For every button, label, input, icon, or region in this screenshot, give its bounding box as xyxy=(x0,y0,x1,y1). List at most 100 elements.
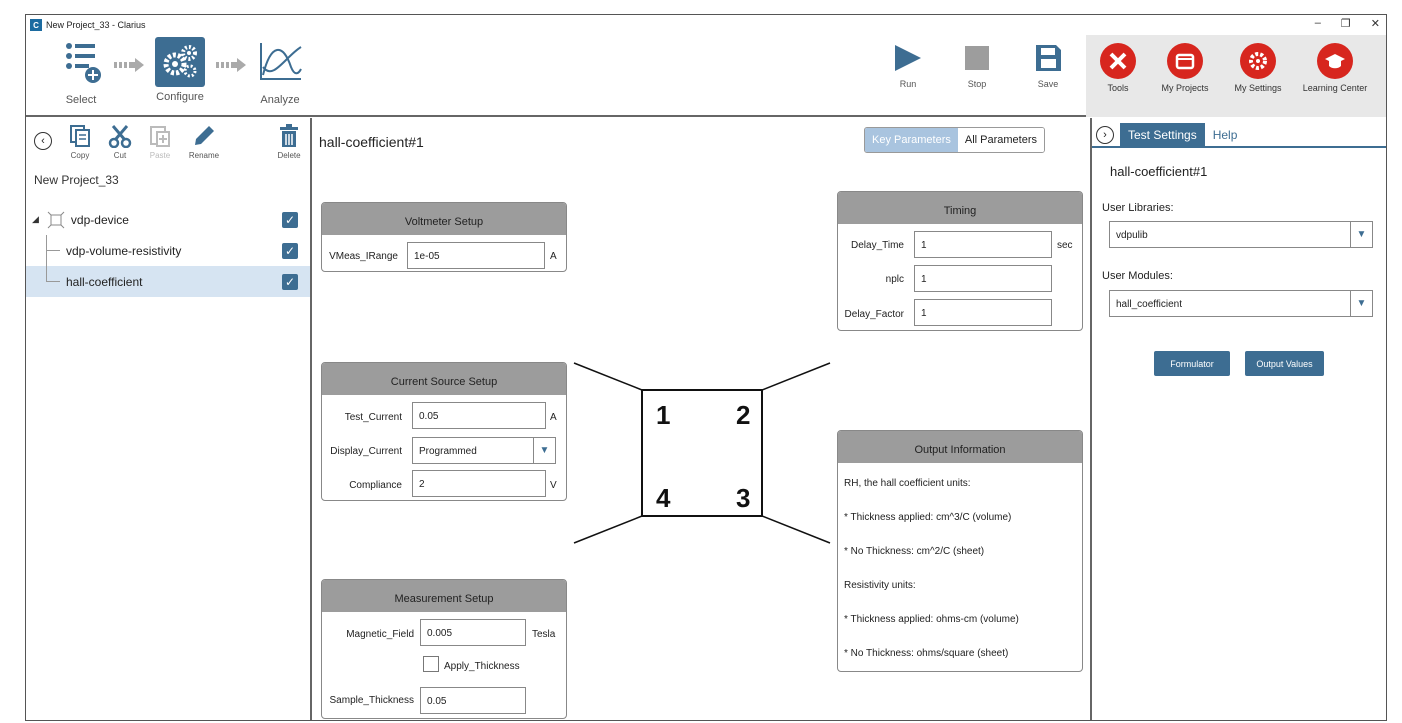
analyze-label: Analyze xyxy=(260,94,300,106)
gears-icon xyxy=(155,37,205,87)
learning-center-button[interactable]: Learning Center xyxy=(1298,43,1372,93)
panel-header: Current Source Setup xyxy=(322,363,566,395)
tree-item-hall-coefficient[interactable]: hall-coefficient ✓ xyxy=(26,266,310,297)
test-current-input[interactable]: 0.05 xyxy=(412,402,546,429)
close-button[interactable]: ✕ xyxy=(1371,17,1380,30)
tools-area: Tools My Projects My Settings Learning C… xyxy=(1086,35,1386,117)
tab-test-settings[interactable]: Test Settings xyxy=(1120,123,1205,147)
ribbon: Select Configure Analyze Run Stop Save T… xyxy=(26,35,1386,117)
sample-square-diagram: 1 2 4 3 xyxy=(573,362,831,544)
paste-icon xyxy=(150,126,170,147)
stop-label: Stop xyxy=(967,79,987,89)
timing-panel: Timing Delay_Time 1 sec nplc 1 Delay_Fac… xyxy=(837,191,1083,331)
tree-item-vdp-device[interactable]: ◢ vdp-device ✓ xyxy=(26,204,310,235)
arrow-right-icon xyxy=(216,58,246,72)
analyze-step[interactable]: Analyze xyxy=(254,37,306,106)
dropdown-arrow-icon[interactable]: ▼ xyxy=(1350,222,1372,247)
checkbox-checked-icon[interactable]: ✓ xyxy=(282,211,298,228)
select-label: Select xyxy=(65,94,97,106)
save-icon xyxy=(1036,45,1061,71)
user-modules-value: hall_coefficient xyxy=(1116,299,1182,310)
user-modules-select[interactable]: hall_coefficient ▼ xyxy=(1109,290,1373,317)
stop-button[interactable]: Stop xyxy=(949,43,1005,89)
device-icon xyxy=(47,211,65,228)
copy-button[interactable]: Copy xyxy=(64,124,96,160)
minimize-button[interactable]: – xyxy=(1315,17,1321,30)
settings-title: hall-coefficient#1 xyxy=(1110,164,1208,179)
current-source-panel: Current Source Setup Test_Current 0.05 A… xyxy=(321,362,567,501)
sample-thickness-label: Sample_Thickness xyxy=(329,695,414,706)
stop-icon xyxy=(965,46,989,70)
delay-factor-input[interactable]: 1 xyxy=(914,299,1052,326)
configure-label: Configure xyxy=(156,91,204,103)
output-values-button[interactable]: Output Values xyxy=(1245,351,1324,376)
display-current-value: Programmed xyxy=(419,446,477,457)
magnetic-field-unit: Tesla xyxy=(532,629,556,640)
delete-button[interactable]: Delete xyxy=(273,124,305,160)
my-projects-button[interactable]: My Projects xyxy=(1157,43,1213,93)
window-controls: – ❐ ✕ xyxy=(1315,17,1380,30)
expand-triangle-icon[interactable]: ◢ xyxy=(32,214,39,225)
collapse-pane-icon[interactable]: ‹ xyxy=(34,132,52,150)
dropdown-arrow-icon[interactable]: ▼ xyxy=(533,438,555,463)
rename-button[interactable]: Rename xyxy=(186,124,222,160)
my-projects-label: My Projects xyxy=(1161,83,1209,93)
apply-thickness-checkbox[interactable] xyxy=(423,656,439,672)
test-current-label: Test_Current xyxy=(344,412,402,423)
tab-key-parameters[interactable]: Key Parameters xyxy=(865,128,958,152)
run-button[interactable]: Run xyxy=(880,43,936,89)
tree-connector xyxy=(46,281,60,282)
restore-button[interactable]: ❐ xyxy=(1341,17,1351,30)
formulator-button[interactable]: Formulator xyxy=(1154,351,1230,376)
output-info-line: * Thickness applied: ohms-cm (volume) xyxy=(844,614,1019,625)
cut-button[interactable]: Cut xyxy=(106,124,134,160)
tools-label: Tools xyxy=(1107,83,1129,93)
magnetic-field-input[interactable]: 0.005 xyxy=(420,619,526,646)
delay-time-label: Delay_Time xyxy=(851,240,904,251)
copy-label: Copy xyxy=(70,151,90,160)
learning-center-label: Learning Center xyxy=(1302,83,1368,93)
checkbox-checked-icon[interactable]: ✓ xyxy=(282,242,298,259)
delay-factor-label: Delay_Factor xyxy=(844,309,904,320)
checkbox-checked-icon[interactable]: ✓ xyxy=(282,273,298,290)
save-button[interactable]: Save xyxy=(1020,43,1076,89)
dropdown-arrow-icon[interactable]: ▼ xyxy=(1350,291,1372,316)
tools-button[interactable]: Tools xyxy=(1098,43,1138,93)
delay-time-input[interactable]: 1 xyxy=(914,231,1052,258)
tab-underline xyxy=(1092,146,1386,148)
cut-label: Cut xyxy=(113,151,127,160)
tree-item-vdp-volume-resistivity[interactable]: vdp-volume-resistivity ✓ xyxy=(26,235,310,266)
expand-pane-icon[interactable]: › xyxy=(1096,126,1114,144)
vmeas-irange-unit: A xyxy=(550,251,557,262)
play-icon xyxy=(895,45,921,71)
display-current-select[interactable]: Programmed ▼ xyxy=(412,437,556,464)
vmeas-irange-input[interactable]: 1e-05 xyxy=(407,242,545,269)
paste-button[interactable]: Paste xyxy=(146,124,174,160)
my-settings-label: My Settings xyxy=(1234,83,1282,93)
configure-step[interactable]: Configure xyxy=(152,37,208,103)
magnetic-field-label: Magnetic_Field xyxy=(346,629,414,640)
sample-thickness-input[interactable]: 0.05 xyxy=(420,687,526,714)
tree-item-label: vdp-volume-resistivity xyxy=(66,243,182,258)
project-tree-pane: ‹ Copy Cut Paste Rename Delete New Proje… xyxy=(26,118,312,720)
tree-connector xyxy=(46,266,47,282)
nplc-input[interactable]: 1 xyxy=(914,265,1052,292)
test-current-unit: A xyxy=(550,412,557,423)
compliance-label: Compliance xyxy=(349,480,402,491)
tab-help[interactable]: Help xyxy=(1205,123,1246,147)
vmeas-irange-label: VMeas_IRange xyxy=(329,251,398,262)
title-bar: C New Project_33 - Clarius – ❐ ✕ xyxy=(26,15,1386,35)
gear-icon xyxy=(1240,43,1276,79)
my-settings-button[interactable]: My Settings xyxy=(1230,43,1286,93)
nplc-label: nplc xyxy=(885,274,904,285)
delete-label: Delete xyxy=(277,151,301,160)
tab-all-parameters[interactable]: All Parameters xyxy=(957,128,1045,152)
user-libraries-select[interactable]: vdpulib ▼ xyxy=(1109,221,1373,248)
folder-icon xyxy=(1167,43,1203,79)
trash-icon xyxy=(280,124,298,147)
select-step[interactable]: Select xyxy=(56,37,106,106)
output-info-line: * No Thickness: ohms/square (sheet) xyxy=(844,648,1009,659)
output-info-line: * Thickness applied: cm^3/C (volume) xyxy=(844,512,1012,523)
clarius-logo-icon: C xyxy=(30,19,42,31)
compliance-input[interactable]: 2 xyxy=(412,470,546,497)
